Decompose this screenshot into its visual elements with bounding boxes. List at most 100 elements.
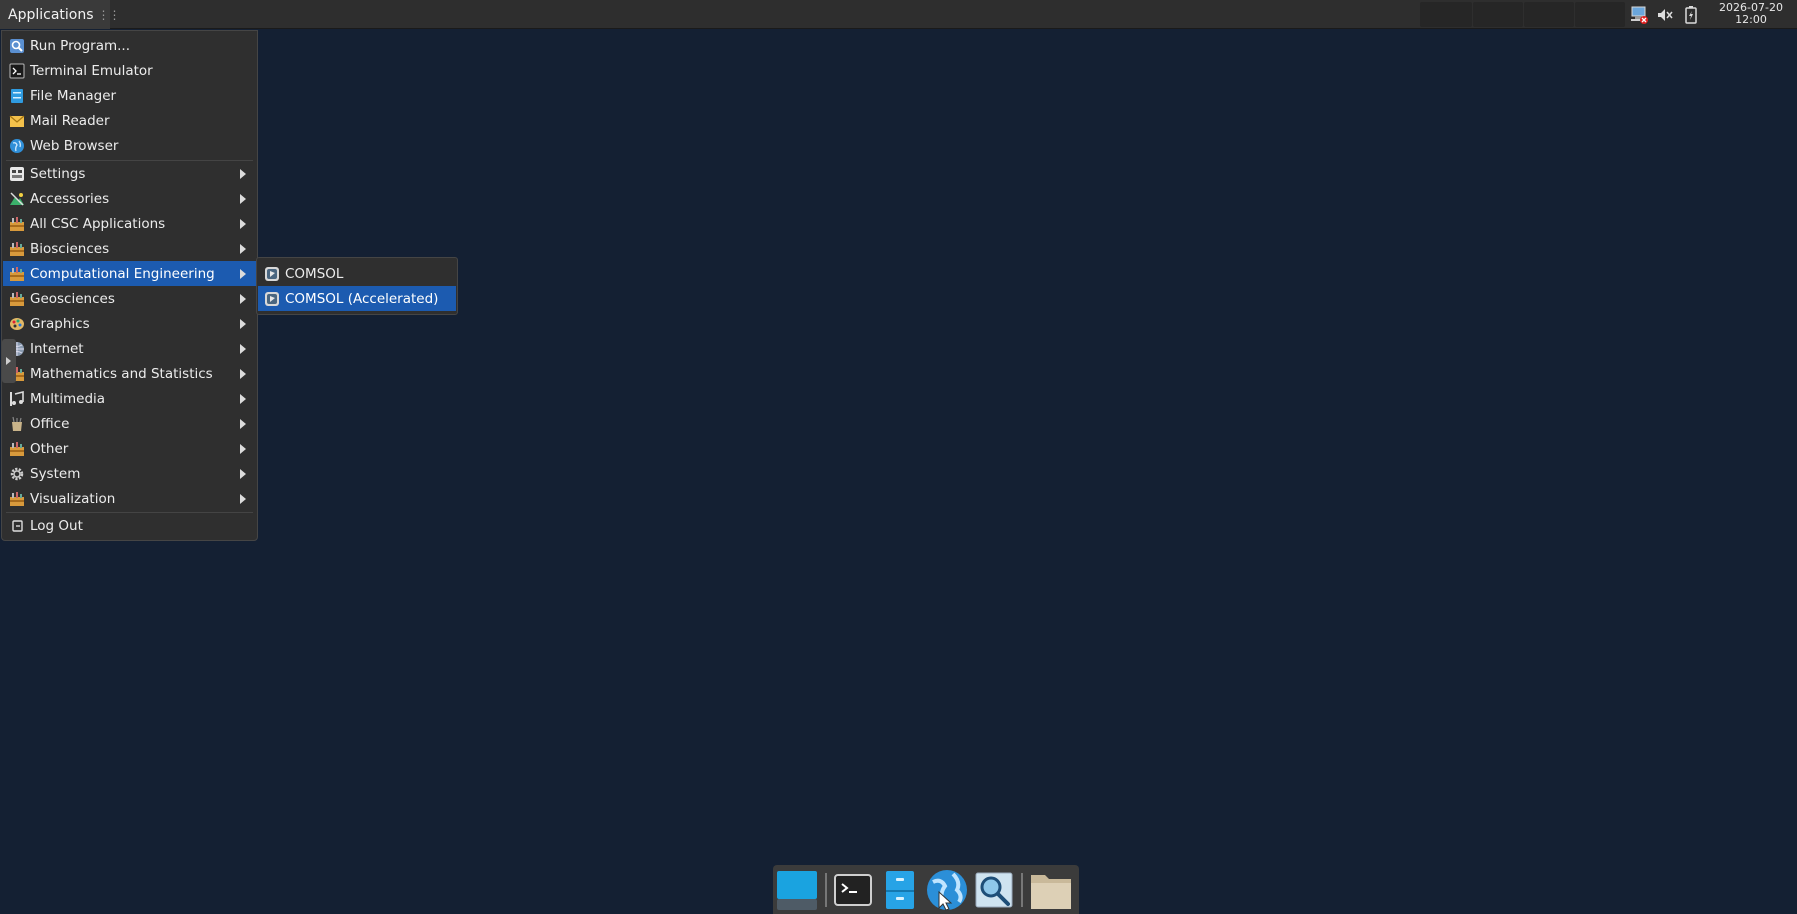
submenu-item-comsol[interactable]: COMSOL	[258, 261, 456, 286]
menu-item-visualization[interactable]: Visualization	[3, 486, 256, 511]
submenu-arrow-icon	[240, 419, 246, 429]
toolbox-icon	[10, 241, 24, 256]
submenu-item-label: COMSOL (Accelerated)	[285, 290, 439, 307]
dock-separator	[825, 873, 827, 907]
bottom-dock	[773, 865, 1079, 914]
menu-item-label: Mail Reader	[30, 112, 110, 129]
menu-item-run-program[interactable]: Run Program...	[3, 33, 256, 58]
network-disconnected-icon[interactable]	[1628, 4, 1650, 26]
panel-handle-icon[interactable]: ⋮⋮	[98, 8, 121, 22]
workspace-2[interactable]	[1473, 2, 1523, 27]
menu-item-label: Settings	[30, 165, 86, 182]
applications-menu: Run Program... Terminal Emulator File Ma…	[1, 30, 258, 541]
battery-icon[interactable]	[1680, 4, 1702, 26]
menu-item-label: Computational Engineering	[30, 265, 215, 282]
applications-menu-button[interactable]: Applications ⋮⋮	[0, 0, 121, 29]
submenu-arrow-icon	[240, 244, 246, 254]
top-panel: Applications ⋮⋮ 2026-07-20 12:00	[0, 0, 1797, 29]
computational-engineering-submenu: COMSOL COMSOL (Accelerated)	[256, 257, 458, 315]
accessories-icon	[10, 191, 24, 206]
show-desktop-icon	[777, 871, 817, 910]
toolbox-icon	[10, 491, 24, 506]
submenu-arrow-icon	[240, 294, 246, 304]
submenu-arrow-icon	[240, 194, 246, 204]
settings-icon	[10, 166, 24, 181]
menu-item-label: Accessories	[30, 190, 110, 207]
workspace-1[interactable]	[1420, 2, 1472, 27]
submenu-arrow-icon	[240, 269, 246, 279]
menu-item-accessories[interactable]: Accessories	[3, 186, 256, 211]
side-panel-grip[interactable]	[2, 339, 16, 383]
submenu-arrow-icon	[240, 319, 246, 329]
menu-item-multimedia[interactable]: Multimedia	[3, 386, 256, 411]
web-browser-icon	[927, 870, 967, 911]
submenu-item-comsol-accelerated[interactable]: COMSOL (Accelerated)	[258, 286, 456, 311]
menu-item-label: Biosciences	[30, 240, 110, 257]
menu-item-other[interactable]: Other	[3, 436, 256, 461]
submenu-arrow-icon	[240, 219, 246, 229]
clock[interactable]: 2026-07-20 12:00	[1711, 2, 1791, 26]
web-browser-icon	[10, 138, 24, 153]
terminal-icon	[9, 63, 25, 78]
menu-item-web-browser[interactable]: Web Browser	[3, 133, 256, 158]
menu-item-label: Mathematics and Statistics	[30, 365, 213, 382]
menu-item-label: All CSC Applications	[30, 215, 166, 232]
menu-item-computational-engineering[interactable]: Computational Engineering	[3, 261, 256, 286]
mail-icon	[9, 115, 25, 127]
submenu-arrow-icon	[240, 494, 246, 504]
menu-item-label: Web Browser	[30, 137, 119, 154]
workspace-3[interactable]	[1524, 2, 1574, 27]
menu-item-mathematics-and-statistics[interactable]: Mathematics and Statistics	[3, 361, 256, 386]
menu-item-graphics[interactable]: Graphics	[3, 311, 256, 336]
dock-app-finder[interactable]	[972, 868, 1016, 912]
dock-terminal[interactable]	[831, 868, 875, 912]
menu-item-system[interactable]: System	[3, 461, 256, 486]
menu-item-label: Terminal Emulator	[30, 62, 153, 79]
menu-item-log-out[interactable]: Log Out	[3, 513, 256, 538]
multimedia-icon	[10, 390, 24, 406]
dock-show-desktop[interactable]	[775, 868, 819, 912]
menu-item-label: Visualization	[30, 490, 116, 507]
submenu-arrow-icon	[240, 394, 246, 404]
log-out-icon	[12, 519, 23, 532]
menu-item-label: Graphics	[30, 315, 90, 332]
submenu-arrow-icon	[240, 369, 246, 379]
toolbox-icon	[10, 291, 24, 306]
submenu-item-label: COMSOL	[285, 265, 344, 282]
submenu-arrow-icon	[240, 444, 246, 454]
expand-arrow-icon	[6, 357, 11, 365]
menu-item-biosciences[interactable]: Biosciences	[3, 236, 256, 261]
menu-item-office[interactable]: Office	[3, 411, 256, 436]
menu-item-label: Internet	[30, 340, 84, 357]
menu-item-label: Run Program...	[30, 37, 131, 54]
dock-separator	[1021, 873, 1023, 907]
volume-muted-icon[interactable]	[1654, 4, 1676, 26]
menu-item-all-csc-applications[interactable]: All CSC Applications	[3, 211, 256, 236]
clock-time: 12:00	[1735, 13, 1767, 26]
menu-item-mail-reader[interactable]: Mail Reader	[3, 108, 256, 133]
workspace-4[interactable]	[1575, 2, 1625, 27]
submenu-arrow-icon	[240, 169, 246, 179]
dock-file-manager[interactable]	[878, 868, 922, 912]
menu-item-internet[interactable]: Internet	[3, 336, 256, 361]
menu-item-label: Multimedia	[30, 390, 106, 407]
comsol-icon	[265, 266, 279, 281]
graphics-icon	[10, 317, 24, 330]
menu-item-settings[interactable]: Settings	[3, 161, 256, 186]
menu-item-label: Other	[30, 440, 69, 457]
menu-item-file-manager[interactable]: File Manager	[3, 83, 256, 108]
menu-item-geosciences[interactable]: Geosciences	[3, 286, 256, 311]
file-manager-icon	[11, 88, 23, 103]
terminal-icon	[834, 874, 872, 906]
menu-item-terminal-emulator[interactable]: Terminal Emulator	[3, 58, 256, 83]
run-program-icon	[10, 38, 24, 53]
system-tray	[1628, 0, 1706, 29]
comsol-icon	[265, 291, 279, 306]
menu-item-label: Log Out	[30, 517, 83, 534]
dock-folder[interactable]	[1029, 868, 1073, 912]
applications-label: Applications	[8, 6, 94, 23]
submenu-arrow-icon	[240, 469, 246, 479]
toolbox-icon	[10, 216, 24, 231]
menu-item-label: Office	[30, 415, 70, 432]
dock-web-browser[interactable]	[925, 868, 969, 912]
